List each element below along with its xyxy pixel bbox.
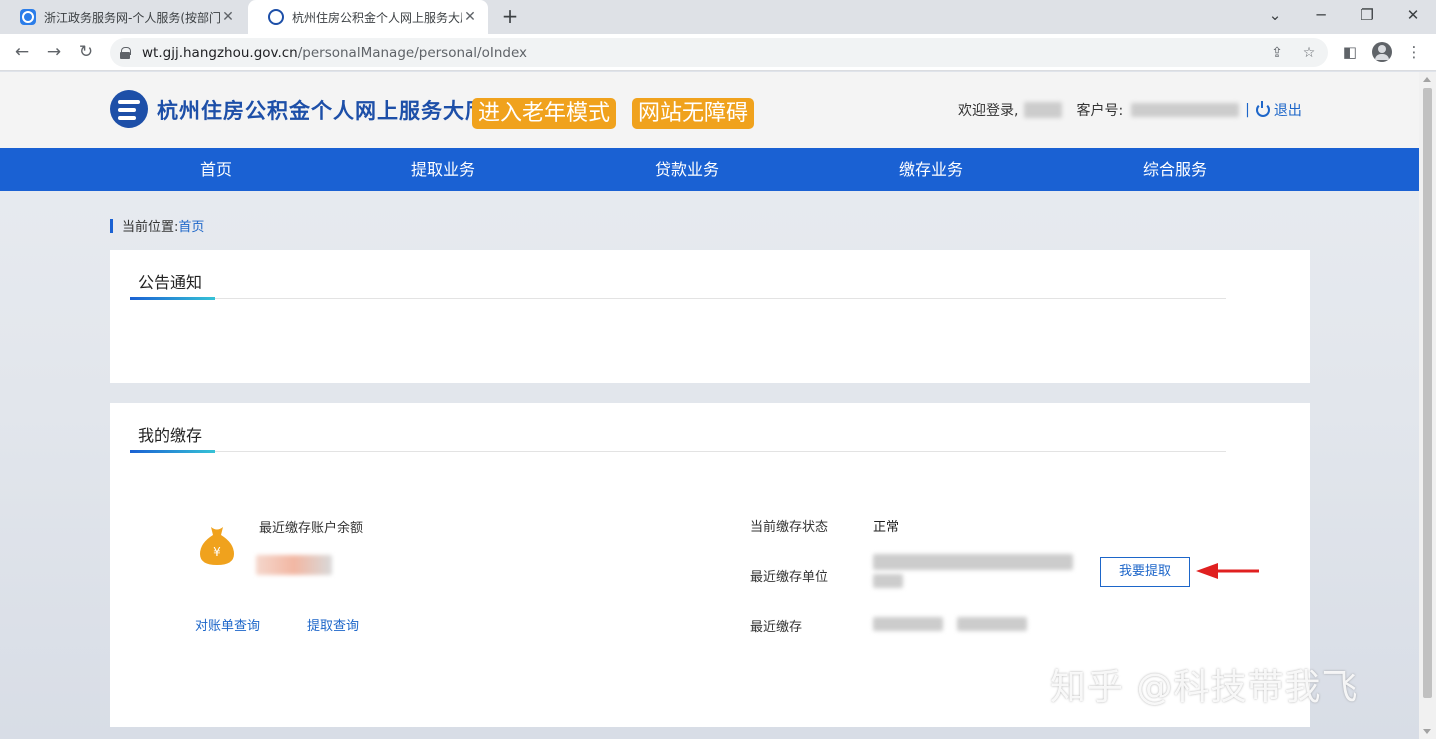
profile-avatar-icon[interactable]	[1372, 42, 1392, 62]
notice-card-header: 公告通知	[130, 250, 1226, 300]
red-arrow-annotation	[1196, 563, 1259, 579]
breadcrumb: 当前位置: 首页	[110, 216, 204, 235]
recent-amount-redacted	[957, 617, 1027, 631]
nav-home[interactable]: 首页	[200, 148, 232, 191]
lock-icon[interactable]	[120, 46, 131, 59]
bookmark-star-icon[interactable]: ☆	[1298, 42, 1320, 64]
logout-link[interactable]: 退出	[1255, 100, 1302, 120]
customer-no-label: 客户号:	[1076, 103, 1124, 119]
breadcrumb-home-link[interactable]: 首页	[178, 216, 204, 235]
accessibility-button[interactable]: 网站无障碍	[632, 98, 755, 129]
power-icon	[1255, 101, 1270, 117]
close-window-button[interactable]: ✕	[1400, 4, 1426, 28]
status-value: 正常	[873, 520, 900, 535]
nav-loan[interactable]: 贷款业务	[655, 148, 719, 191]
new-tab-button[interactable]: +	[498, 5, 522, 29]
breadcrumb-prefix: 当前位置:	[122, 220, 179, 235]
browser-toolbar: ← → ↻ wt.gjj.hangzhou.gov.cn/personalMan…	[0, 34, 1436, 71]
withdraw-query-link[interactable]: 提取查询	[307, 615, 359, 634]
site-title: 杭州住房公积金个人网上服务大厅	[157, 98, 487, 123]
elder-mode-button[interactable]: 进入老年模式	[472, 98, 617, 129]
scrollbar-thumb[interactable]	[1423, 88, 1432, 698]
svg-text:¥: ¥	[213, 545, 221, 559]
status-label: 当前缴存状态	[750, 520, 829, 535]
scroll-up-icon[interactable]	[1423, 77, 1431, 82]
back-icon[interactable]: ←	[10, 40, 34, 64]
tab-title: 浙江政务服务网-个人服务(按部门	[44, 10, 220, 25]
unit-value-redacted-2	[873, 574, 903, 588]
username-redacted	[1024, 102, 1063, 118]
nav-withdraw[interactable]: 提取业务	[411, 148, 475, 191]
reload-icon[interactable]: ↻	[74, 40, 98, 64]
restore-button[interactable]: ❐	[1354, 4, 1380, 28]
title-underline	[130, 450, 215, 453]
nav-deposit[interactable]: 缴存业务	[899, 148, 963, 191]
main-nav: 首页 提取业务 贷款业务 缴存业务 综合服务	[0, 148, 1419, 191]
recent-month-redacted	[873, 617, 943, 631]
forward-icon[interactable]: →	[42, 40, 66, 64]
side-panel-icon[interactable]: ◧	[1338, 40, 1362, 64]
tab-close-icon[interactable]: ✕	[462, 9, 478, 25]
welcome-text: 欢迎登录,	[958, 103, 1019, 119]
zhihu-watermark: 知乎 @科技带我飞	[1050, 667, 1359, 708]
unit-value-redacted	[873, 554, 1073, 570]
statement-query-link[interactable]: 对账单查询	[195, 615, 260, 634]
logout-label: 退出	[1273, 103, 1302, 119]
breadcrumb-marker	[110, 218, 113, 233]
deposit-card-header: 我的缴存	[130, 403, 1226, 453]
url-path: /personalManage/personal/oIndex	[297, 44, 528, 61]
tab-title: 杭州住房公积金个人网上服务大厅	[292, 10, 462, 25]
notice-card: 公告通知	[110, 250, 1310, 383]
balance-label: 最近缴存账户余额	[259, 521, 364, 536]
recent-deposit-label: 最近缴存	[750, 620, 803, 635]
address-bar[interactable]: wt.gjj.hangzhou.gov.cn/personalManage/pe…	[110, 38, 1328, 67]
notice-title: 公告通知	[138, 273, 203, 292]
site-header: 杭州住房公积金个人网上服务大厅 进入老年模式 网站无障碍 欢迎登录, 客户号: …	[0, 72, 1419, 148]
gjj-favicon-icon	[268, 9, 284, 25]
minimize-button[interactable]: ─	[1308, 4, 1334, 28]
unit-label: 最近缴存单位	[750, 570, 829, 585]
browser-menu-icon[interactable]: ⋮	[1402, 40, 1426, 64]
browser-tab-strip: 浙江政务服务网-个人服务(按部门 ✕ 杭州住房公积金个人网上服务大厅 ✕ + ⌄…	[0, 0, 1436, 34]
scroll-down-icon[interactable]	[1423, 729, 1431, 734]
browser-tab-zhejiang[interactable]: 浙江政务服务网-个人服务(按部门 ✕	[0, 0, 246, 34]
nav-services[interactable]: 综合服务	[1143, 148, 1207, 191]
title-underline	[130, 297, 215, 300]
separator: |	[1245, 102, 1250, 118]
deposit-title: 我的缴存	[138, 426, 203, 445]
share-icon[interactable]: ⇪	[1266, 42, 1288, 64]
customer-no-redacted	[1131, 103, 1240, 117]
balance-value-redacted	[256, 555, 332, 575]
money-bag-icon: ¥	[200, 527, 234, 565]
page-scrollbar[interactable]	[1419, 72, 1436, 739]
zhejiang-favicon-icon	[20, 9, 36, 25]
tab-close-icon[interactable]: ✕	[220, 9, 236, 25]
gjj-logo-icon	[110, 90, 148, 128]
tab-search-icon[interactable]: ⌄	[1262, 4, 1288, 28]
page-viewport: 杭州住房公积金个人网上服务大厅 进入老年模式 网站无障碍 欢迎登录, 客户号: …	[0, 72, 1419, 739]
user-area: 欢迎登录, 客户号: | 退出	[958, 100, 1302, 120]
url-host: wt.gjj.hangzhou.gov.cn	[142, 44, 298, 61]
browser-tab-gjj[interactable]: 杭州住房公积金个人网上服务大厅 ✕	[248, 0, 488, 34]
withdraw-button[interactable]: 我要提取	[1100, 557, 1190, 587]
